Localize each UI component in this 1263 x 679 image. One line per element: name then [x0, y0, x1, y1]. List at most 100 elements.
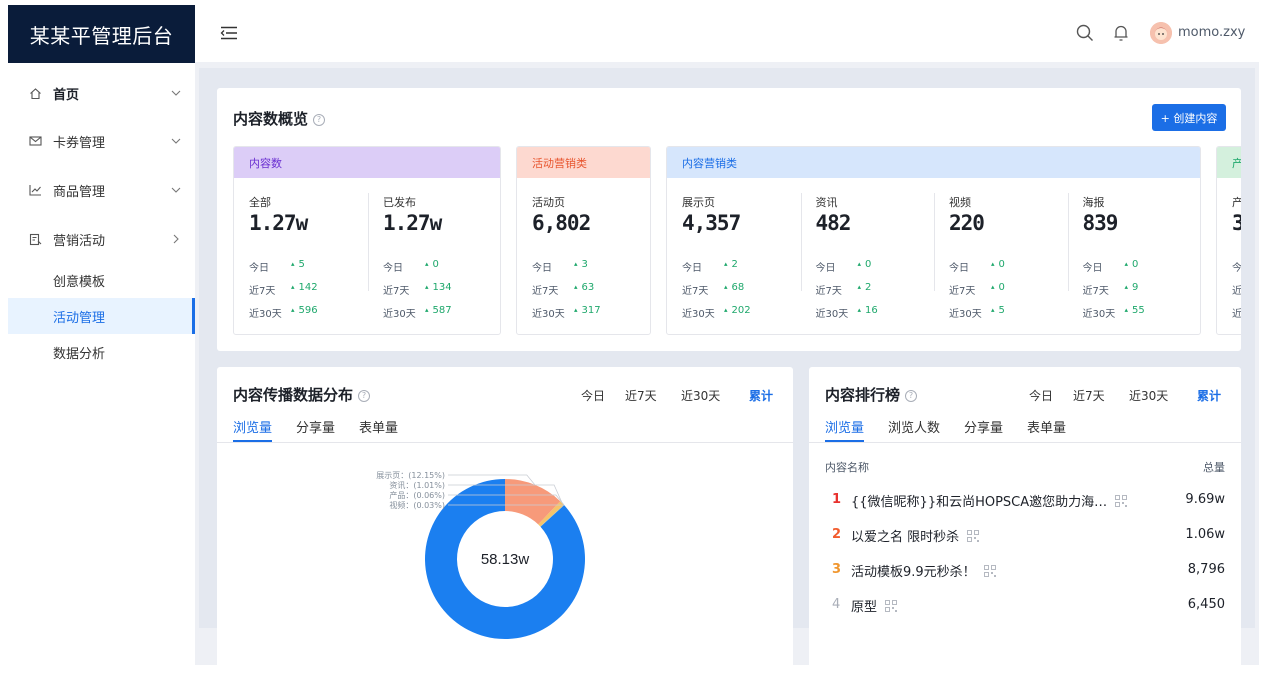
top-header: momo.zxy [195, 5, 1259, 62]
stat-value: 1.27w [383, 211, 442, 235]
sidebar-item-home[interactable]: 首页 [8, 75, 195, 111]
help-icon[interactable]: ? [313, 113, 326, 126]
period-option[interactable]: 今日 [1029, 387, 1053, 404]
rank-number: 4 [832, 597, 841, 612]
stat-row-label: 近30天 [383, 309, 416, 320]
content-total: 6,450 [1187, 597, 1225, 612]
tab-0[interactable]: 浏览量 [825, 417, 864, 436]
stat-row-d7: 近7天 63 [532, 282, 594, 297]
table-row[interactable]: 4 原型 6,450 [825, 593, 1225, 617]
period-option[interactable]: 近30天 [1129, 387, 1168, 404]
tabs-divider [809, 442, 1241, 443]
mail-icon [28, 134, 42, 148]
sidebar-item-marketing[interactable]: 营销活动 [8, 221, 195, 257]
distribution-title: 内容传播数据分布? [233, 384, 371, 405]
stat-row-label: 近7天 [1082, 286, 1109, 297]
qrcode-icon[interactable] [885, 600, 898, 612]
stat-row-label: 近30天 [682, 309, 715, 320]
stat-row-today: 今日 0 [949, 259, 1005, 274]
stat-row-label: 近7天 [249, 286, 276, 297]
tab-3[interactable]: 表单量 [1027, 417, 1066, 436]
table-row[interactable]: 2 以爱之名 限时秒杀 1.06w [825, 523, 1225, 547]
stat-row-label: 今日 [949, 263, 969, 274]
stat-row-value: 5 [291, 259, 305, 270]
stat-value: 220 [949, 211, 985, 235]
sidebar-subitem-templates[interactable]: 创意模板 [8, 262, 195, 298]
tab-2[interactable]: 表单量 [359, 417, 398, 436]
stat-label: 产 [1232, 194, 1241, 210]
stat-row-d7: 近7天 9 [1082, 282, 1139, 297]
tab-1[interactable]: 浏览人数 [888, 417, 940, 436]
period-option[interactable]: 近30天 [681, 387, 720, 404]
rank-number: 1 [832, 492, 842, 507]
content-name[interactable]: {{微信昵称}}和云尚HOPSCA邀您助力海… [851, 491, 1128, 510]
stat-row-value: 16 [858, 305, 878, 316]
avatar[interactable] [1150, 22, 1172, 44]
username[interactable]: momo.zxy [1178, 25, 1245, 40]
sidebar-item-coupons[interactable]: 卡券管理 [8, 123, 195, 159]
content-name[interactable]: 以爱之名 限时秒杀 [851, 526, 980, 545]
campaign-icon [28, 232, 42, 246]
chevron-down-icon [171, 136, 181, 146]
stat-row-value: 2 [724, 259, 738, 270]
tab-1[interactable]: 分享量 [296, 417, 335, 436]
stat-row-d30: 近30天 596 [249, 305, 318, 320]
stat-divider [1067, 193, 1069, 291]
qrcode-icon[interactable] [967, 530, 980, 542]
sidebar-item-label: 商品管理 [53, 184, 106, 200]
content-name[interactable]: 原型 [851, 596, 898, 615]
period-option[interactable]: 近7天 [625, 387, 657, 404]
stat-row-today: 今日 5 [249, 259, 305, 274]
help-icon[interactable]: ? [358, 389, 371, 402]
table-row[interactable]: 1 {{微信昵称}}和云尚HOPSCA邀您助力海… 9.69w [825, 488, 1225, 512]
stat-row-value: 0 [1125, 259, 1138, 270]
stat-item: 活动页 6,802 今日 3 近7天 63 近30天 317 [517, 178, 650, 334]
stat-label: 展示页 [682, 196, 715, 209]
overview-title: 内容数概览? [233, 108, 326, 129]
create-content-button[interactable]: + 创建内容 [1152, 104, 1226, 131]
stat-row-d7: 近7天 2 [816, 282, 872, 297]
sidebar-subitem-label: 创意模板 [53, 274, 106, 290]
qrcode-icon[interactable] [1115, 495, 1128, 507]
period-option[interactable]: 近7天 [1073, 387, 1105, 404]
tab-0[interactable]: 浏览量 [233, 417, 272, 436]
slice-label: 视频：(0.03%) [389, 500, 445, 510]
period-option[interactable]: 累计 [749, 387, 773, 404]
rank-number: 2 [832, 527, 842, 542]
table-row[interactable]: 3 活动模板9.9元秒杀！ 8,796 [825, 558, 1225, 582]
stat-group: 内容营销类展示页 4,357 今日 2 近7天 68 近30天 202 资讯 482 今日 0 近7天 2… [666, 146, 1201, 335]
stat-row-d7: 近7天 0 [949, 282, 1005, 297]
stat-row-value: 587 [425, 305, 452, 316]
stat-row-label: 近30天 [815, 309, 849, 320]
sidebar-subitem-data-analysis[interactable]: 数据分析 [8, 334, 195, 370]
stat-row-d7: 近7天 142 [249, 282, 318, 297]
stat-divider [800, 193, 802, 291]
stat-label: 全部 [249, 196, 271, 209]
qrcode-icon[interactable] [983, 565, 996, 577]
stat-row-label: 近7天 [949, 286, 976, 297]
content-name[interactable]: 活动模板9.9元秒杀！ [851, 561, 996, 580]
stat-row-d30: 近30天 5 [949, 305, 1005, 320]
app-logo-title: 某某平管理后台 [8, 5, 195, 63]
period-option[interactable]: 今日 [581, 387, 605, 404]
stat-row-today: 今日 0 [1083, 259, 1139, 274]
stat-row-today: 今日 3 [532, 259, 588, 274]
stat-row-value: 2 [858, 282, 871, 293]
menu-fold-icon[interactable] [220, 25, 238, 41]
tab-2[interactable]: 分享量 [964, 417, 1003, 436]
help-icon[interactable]: ? [905, 389, 918, 402]
stat-row-d30: 近 [1232, 305, 1241, 320]
search-icon[interactable] [1075, 23, 1095, 43]
stat-item: 资讯 482 今日 0 近7天 2 近30天 16 [801, 178, 935, 334]
stat-row-label: 近 [1232, 286, 1241, 297]
sidebar-subitem-activity-management[interactable]: 活动管理 [8, 298, 195, 334]
stat-row-d30: 近30天 587 [383, 305, 452, 320]
stat-row-d7: 近7天 134 [383, 282, 452, 297]
stat-row-value: 5 [991, 305, 1005, 316]
period-option[interactable]: 累计 [1197, 387, 1221, 404]
stat-row-value: 596 [291, 305, 318, 316]
sidebar-item-products[interactable]: 商品管理 [8, 172, 195, 208]
stat-value: 4,357 [682, 211, 741, 235]
bell-icon[interactable] [1111, 23, 1131, 43]
ranking-title: 内容排行榜? [825, 384, 918, 405]
